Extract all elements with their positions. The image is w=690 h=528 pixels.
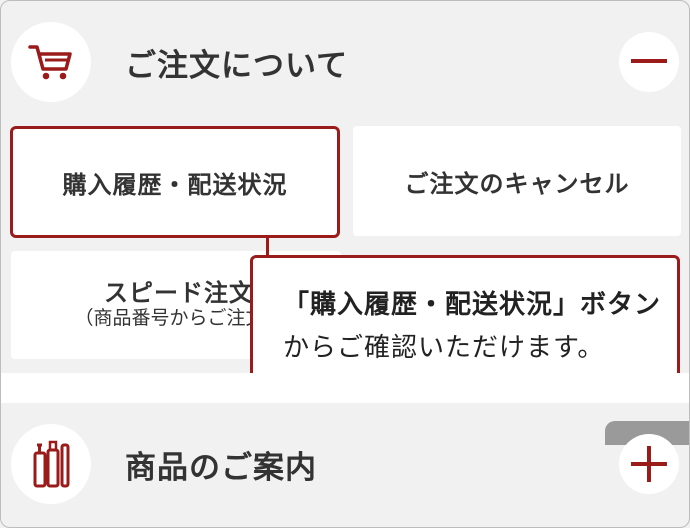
purchase-history-button[interactable]: 購入履歴・配送状況 bbox=[10, 126, 340, 238]
order-icon-circle bbox=[11, 22, 91, 102]
callout-box: 「購入履歴・配送状況」ボタン からご確認いただけます。 bbox=[250, 255, 680, 388]
order-section-header[interactable]: ご注文について bbox=[1, 7, 689, 117]
collapse-toggle[interactable] bbox=[619, 32, 679, 92]
product-section-header[interactable]: 商品のご案内 bbox=[1, 409, 689, 519]
callout-line-1: 「購入履歴・配送状況」ボタン bbox=[283, 290, 662, 320]
faq-panel: ご注文について 購入履歴・配送状況 ご注文のキャンセル スピード注文 （商品番号… bbox=[0, 0, 690, 528]
callout-connector bbox=[266, 237, 269, 257]
bottles-icon bbox=[33, 440, 70, 488]
cancel-order-button[interactable]: ご注文のキャンセル bbox=[353, 126, 681, 236]
expand-toggle[interactable] bbox=[619, 434, 679, 494]
cancel-order-label: ご注文のキャンセル bbox=[404, 169, 630, 198]
callout-line-2: からご確認いただけます。 bbox=[283, 333, 605, 363]
minus-icon bbox=[631, 59, 667, 63]
purchase-history-label: 購入履歴・配送状況 bbox=[62, 170, 288, 199]
product-section-title: 商品のご案内 bbox=[125, 449, 317, 486]
cart-icon bbox=[28, 45, 72, 80]
plus-icon bbox=[631, 446, 667, 482]
order-section-title: ご注文について bbox=[125, 47, 349, 84]
section-divider bbox=[1, 373, 689, 403]
product-icon-circle bbox=[11, 424, 91, 504]
